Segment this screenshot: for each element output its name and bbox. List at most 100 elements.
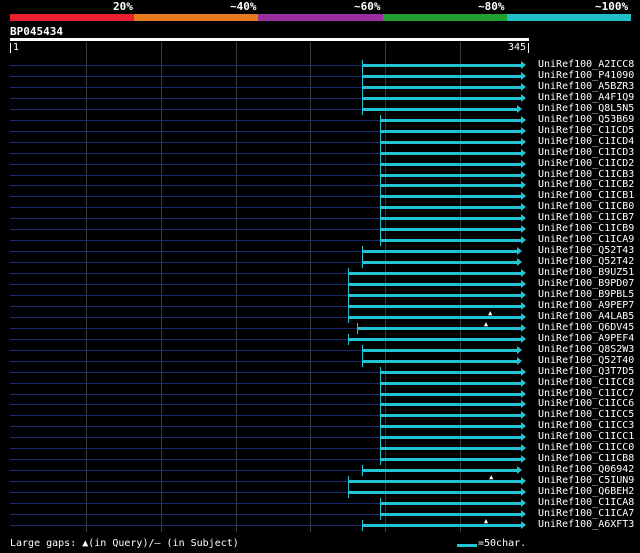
hit-arrow-icon xyxy=(516,356,522,365)
hit-arrow-icon xyxy=(516,258,522,267)
unaligned-region xyxy=(10,338,349,340)
hit-bar xyxy=(380,436,523,440)
unaligned-region xyxy=(10,262,363,264)
hit-arrow-icon xyxy=(521,203,527,212)
hit-arrow-icon xyxy=(521,323,527,332)
unaligned-region xyxy=(10,327,357,329)
hit-bar xyxy=(348,337,523,341)
hit-bar xyxy=(380,392,523,396)
hit-arrow-icon xyxy=(521,93,527,102)
hit-bar xyxy=(380,129,523,133)
hit-bar xyxy=(380,502,523,505)
footer-gaps-note: Large gaps: ▲(in Query)/– (in Subject) xyxy=(10,538,239,549)
legend-color-segment-2 xyxy=(258,14,383,21)
unaligned-region xyxy=(10,349,363,351)
unaligned-region xyxy=(10,152,381,154)
hit-bar xyxy=(380,118,523,122)
query-gap-marker-icon: ▲ xyxy=(483,319,489,328)
hit-arrow-icon xyxy=(521,280,527,288)
unaligned-region xyxy=(10,75,363,77)
hit-bar xyxy=(380,217,523,221)
scale-tick-right xyxy=(528,43,529,53)
hit-arrow-icon xyxy=(521,367,527,376)
unaligned-region xyxy=(10,459,381,461)
unaligned-region xyxy=(10,108,363,110)
unaligned-region xyxy=(10,371,381,373)
unaligned-region xyxy=(10,524,363,526)
unaligned-region xyxy=(10,448,381,450)
query-line xyxy=(10,38,529,41)
hit-bar xyxy=(380,370,523,374)
hit-bar xyxy=(348,272,523,276)
hit-arrow-icon xyxy=(521,71,527,80)
hit-arrow-icon xyxy=(516,247,522,256)
hit-arrow-icon xyxy=(521,509,527,518)
hit-arrow-icon xyxy=(516,466,522,475)
unaligned-region xyxy=(10,492,349,494)
hit-bar xyxy=(380,162,523,166)
hit-arrow-icon xyxy=(521,269,527,278)
hit-arrow-icon xyxy=(521,159,527,168)
unaligned-region xyxy=(10,393,381,395)
hit-bar xyxy=(362,107,518,111)
hit-arrow-icon xyxy=(521,290,527,299)
hit-arrow-icon xyxy=(521,488,527,497)
hit-bar xyxy=(362,359,518,363)
hit-arrow-icon xyxy=(521,214,527,223)
unaligned-region xyxy=(10,360,363,362)
unaligned-region xyxy=(10,415,381,417)
hit-arrow-icon xyxy=(521,334,527,343)
hit-bar xyxy=(362,64,523,67)
unaligned-region xyxy=(10,174,381,176)
hit-bar xyxy=(380,206,523,210)
legend-color-segment-0 xyxy=(10,14,135,21)
hit-arrow-icon xyxy=(521,61,527,69)
unaligned-region xyxy=(10,437,381,439)
hit-arrow-icon xyxy=(521,225,527,234)
unaligned-region xyxy=(10,130,381,132)
unaligned-region xyxy=(10,316,349,318)
hit-bar xyxy=(362,469,518,473)
unaligned-region xyxy=(10,218,381,220)
hit-bar xyxy=(380,403,523,407)
hit-label-link[interactable]: UniRef100_A6XFT3 xyxy=(538,519,634,531)
unaligned-region xyxy=(10,196,381,198)
unaligned-region xyxy=(10,426,381,428)
hit-arrow-icon xyxy=(521,422,527,431)
hit-bar xyxy=(380,458,523,462)
hit-arrow-icon xyxy=(521,389,527,398)
hit-arrow-icon xyxy=(521,499,527,507)
legend-label-1: ~40% xyxy=(230,0,257,13)
unaligned-region xyxy=(10,513,381,515)
hit-arrow-icon xyxy=(521,312,527,321)
scale-start-label: 1 xyxy=(13,42,20,53)
unaligned-region xyxy=(10,470,363,472)
unaligned-region xyxy=(10,382,381,384)
hit-arrow-icon xyxy=(521,115,527,124)
unaligned-region xyxy=(10,251,363,253)
hit-arrow-icon xyxy=(521,181,527,190)
hit-bar xyxy=(380,447,523,451)
footer-scale-label: =50char. xyxy=(478,538,527,549)
hit-arrow-icon xyxy=(521,137,527,146)
query-gap-marker-icon: ▲ xyxy=(488,308,493,317)
unaligned-region xyxy=(10,305,349,307)
hit-bar xyxy=(348,480,523,484)
hit-arrow-icon xyxy=(521,82,527,91)
unaligned-region xyxy=(10,229,381,231)
legend-label-0: 20% xyxy=(113,0,133,13)
hit-bar xyxy=(380,151,523,155)
hit-bar xyxy=(380,414,523,418)
unaligned-region xyxy=(10,141,381,143)
unaligned-region xyxy=(10,163,381,165)
hit-bar xyxy=(380,195,523,199)
legend-label-4: ~100% xyxy=(595,0,629,13)
hit-arrow-icon xyxy=(521,236,527,245)
hit-bar xyxy=(348,315,523,319)
hit-bar xyxy=(362,250,518,254)
unaligned-region xyxy=(10,119,381,121)
hit-arrow-icon xyxy=(521,411,527,420)
hit-arrow-icon xyxy=(521,148,527,157)
hit-arrow-icon xyxy=(521,400,527,409)
hit-bar xyxy=(362,74,523,78)
